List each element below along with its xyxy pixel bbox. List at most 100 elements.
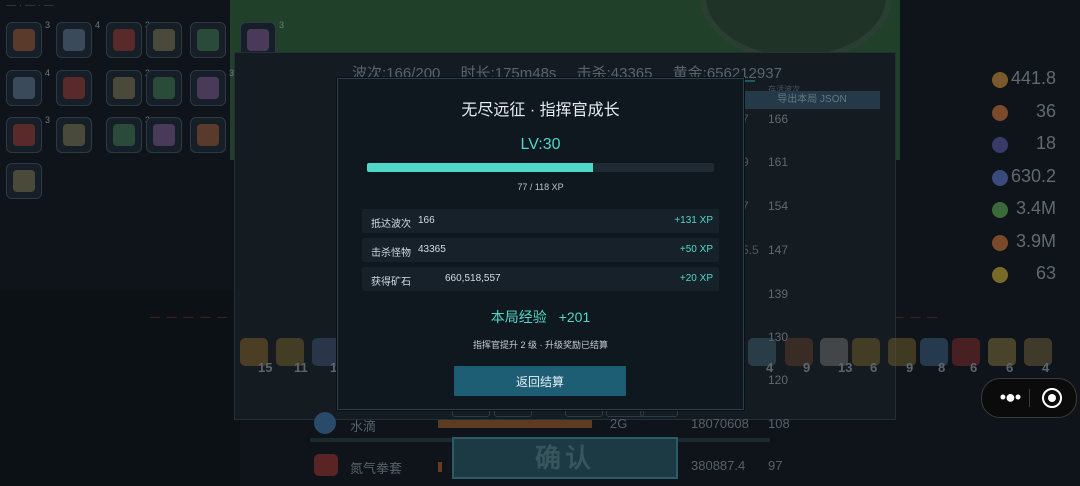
row-label: 击杀怪物	[371, 248, 411, 259]
inventory-slot[interactable]	[146, 117, 182, 153]
item-icon	[63, 124, 85, 146]
wave-value: 147	[768, 243, 789, 257]
item-icon	[113, 29, 135, 51]
level-up-note: 指挥官提升 2 级 · 升级奖励已结算	[472, 340, 608, 350]
inventory-slot[interactable]	[56, 117, 92, 153]
resource-icon	[992, 235, 1008, 251]
item-count: 4	[44, 68, 50, 78]
commander-growth-modal: 无尽远征 · 指挥官成长 LV:30 77 / 118 XP 抵达波次 166 …	[337, 78, 744, 410]
item-icon	[63, 77, 85, 99]
xp-progress-fill	[367, 163, 594, 172]
row-value: 43365	[418, 244, 446, 255]
item-count: 3	[278, 20, 284, 30]
modal-title: 无尽远征 · 指挥官成长	[461, 102, 620, 119]
total-xp-gain: 本局经验 +201	[338, 307, 743, 327]
item-icon	[113, 124, 135, 146]
inventory-slot[interactable]	[190, 22, 226, 58]
wave-value: 166	[768, 112, 789, 126]
inventory-slot[interactable]	[190, 117, 226, 153]
wave-value: 161	[768, 155, 789, 169]
tower-damage: 380887.4	[691, 458, 746, 473]
unit-count: 6	[870, 360, 878, 375]
inventory-slot[interactable]: 3	[106, 20, 150, 58]
item-icon	[197, 77, 219, 99]
resource-value: 3.4M	[1015, 198, 1056, 218]
xp-row-kills: 击杀怪物 43365 +50 XP	[362, 238, 719, 262]
item-icon	[153, 124, 175, 146]
inventory-slot[interactable]: 4	[6, 68, 50, 106]
gain-label: 本局经验	[490, 309, 547, 325]
capsule-divider	[1029, 389, 1030, 407]
item-icon	[153, 77, 175, 99]
inventory-slot[interactable]: 2	[106, 68, 150, 106]
record-dot	[1048, 394, 1056, 402]
tower-name: 水滴	[350, 419, 377, 434]
row-label: 获得矿石	[371, 277, 411, 288]
row-value: 660,518,557	[445, 273, 501, 284]
row-value: 166	[418, 215, 435, 226]
inventory-slot[interactable]: 3	[6, 115, 50, 153]
item-icon	[247, 29, 269, 51]
item-icon	[63, 29, 85, 51]
inventory-slot[interactable]	[146, 70, 182, 106]
unit-count: 4	[1042, 360, 1050, 375]
item-icon	[13, 29, 35, 51]
row-xp: +50 XP	[679, 244, 713, 255]
tower-level: 2G	[610, 416, 628, 431]
unit-count: 11	[294, 360, 308, 375]
tower-wave: 97	[768, 458, 783, 473]
item-count: 4	[94, 20, 100, 30]
unit-count: 4	[766, 360, 774, 375]
resource-icon	[992, 137, 1008, 153]
unit-count: 6	[1006, 360, 1014, 375]
resource-value: 36	[1035, 101, 1056, 121]
inventory-slot[interactable]: 3	[106, 115, 150, 153]
item-icon	[13, 77, 35, 99]
resource-value: 630.2	[1010, 166, 1056, 186]
resource-value: 441.8	[1010, 68, 1056, 88]
inventory-slot[interactable]	[56, 70, 92, 106]
return-settlement-button[interactable]: 返回结算	[454, 366, 626, 396]
row-xp: +20 XP	[679, 273, 713, 284]
unit-count: 9	[803, 360, 811, 375]
unit-count: 13	[838, 360, 853, 375]
resource-value: 18	[1035, 133, 1056, 153]
xp-row-ore: 获得矿石 660,518,557 +20 XP	[362, 267, 719, 291]
item-count: 3	[44, 20, 50, 30]
record-circle-icon[interactable]	[1042, 388, 1062, 408]
nitro-glove-icon	[314, 454, 338, 476]
more-options-icon[interactable]: •●•	[992, 379, 1028, 417]
tower-name: 氮气拳套	[350, 461, 403, 476]
item-count: 3	[44, 115, 50, 125]
wave-value: 139	[768, 287, 789, 301]
gain-value: +201	[558, 309, 591, 325]
unit-count: 9	[906, 360, 914, 375]
resource-icon	[992, 105, 1008, 121]
row-label: 抵达波次	[371, 219, 411, 230]
tower-damage: 18070608	[691, 416, 749, 431]
export-json-button[interactable]: 导出本局 JSON	[744, 91, 880, 109]
item-icon	[13, 170, 35, 192]
resource-icon	[992, 267, 1008, 283]
wave-value: 154	[768, 199, 789, 213]
resource-icon	[992, 72, 1008, 88]
tower-wave: 108	[768, 416, 790, 431]
inventory-slot[interactable]	[6, 163, 42, 199]
confirm-button[interactable]: 确认	[452, 437, 678, 479]
inventory-slot[interactable]	[146, 22, 182, 58]
item-icon	[197, 124, 219, 146]
commander-level: LV:30	[520, 136, 561, 153]
side-value: 5.5	[742, 243, 759, 257]
top-hint-text: — · — · —	[6, 0, 54, 11]
inventory-slot[interactable]: 3	[190, 68, 234, 106]
unit-count: 8	[938, 360, 946, 375]
item-icon	[153, 29, 175, 51]
inventory-slot[interactable]: 3	[6, 20, 50, 58]
resource-value: 63	[1035, 263, 1056, 283]
path-marker: — — — — —	[150, 312, 230, 323]
xp-row-wave: 抵达波次 166 +131 XP	[362, 209, 719, 233]
inventory-slot[interactable]: 4	[56, 20, 100, 58]
resource-icon	[992, 202, 1008, 218]
row-xp: +131 XP	[674, 215, 713, 226]
xp-text: 77 / 118 XP	[517, 182, 564, 192]
